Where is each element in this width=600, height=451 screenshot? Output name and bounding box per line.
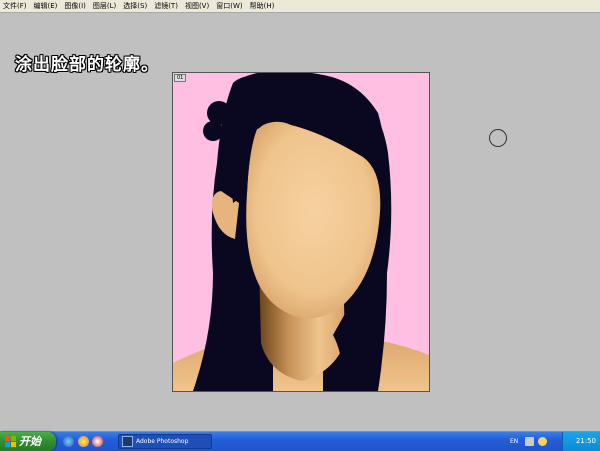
menu-file[interactable]: 文件(F) (0, 0, 31, 12)
taskbar-photoshop-button[interactable]: Adobe Photoshop (118, 434, 212, 449)
menu-bar: 文件(F) 编辑(E) 图像(I) 图层(L) 选择(S) 滤镜(T) 视图(V… (0, 0, 600, 13)
menu-select[interactable]: 选择(S) (120, 0, 151, 12)
tray-icon[interactable] (525, 437, 534, 446)
system-tray-clock[interactable]: 21:50 (562, 432, 600, 451)
language-indicator[interactable]: EN (510, 432, 518, 451)
menu-filter[interactable]: 滤镜(T) (151, 0, 182, 12)
quicklaunch-icon[interactable] (92, 436, 103, 447)
menu-help[interactable]: 帮助(H) (247, 0, 279, 12)
menu-view[interactable]: 视图(V) (182, 0, 213, 12)
menu-edit[interactable]: 编辑(E) (31, 0, 62, 12)
taskbar-photoshop-label: Adobe Photoshop (136, 438, 189, 445)
ie-icon[interactable] (63, 436, 74, 447)
windows-logo-icon (5, 436, 16, 447)
start-label: 开始 (19, 435, 41, 448)
help-icon[interactable] (538, 437, 547, 446)
document-tag: 01 (174, 74, 187, 82)
menu-layer[interactable]: 图层(L) (90, 0, 120, 12)
menu-window[interactable]: 窗口(W) (213, 0, 246, 12)
portrait-illustration (173, 73, 429, 391)
media-player-icon[interactable] (78, 436, 89, 447)
taskbar: 开始 Adobe Photoshop EN 21:50 (0, 431, 600, 451)
brush-cursor-circle (489, 129, 507, 147)
menu-image[interactable]: 图像(I) (61, 0, 90, 12)
start-button[interactable]: 开始 (0, 432, 56, 451)
tutorial-caption: 涂出脸部的轮廓。 (15, 55, 159, 75)
photoshop-icon (122, 436, 133, 447)
document-canvas[interactable]: 01 (172, 72, 430, 392)
